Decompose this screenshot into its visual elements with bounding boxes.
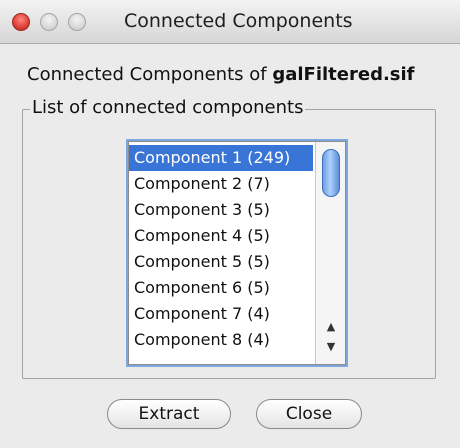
scrollbar-thumb[interactable] xyxy=(322,149,340,197)
list-item[interactable]: Component 4 (5) xyxy=(129,223,313,249)
title-bar: Connected Components xyxy=(0,0,460,44)
components-list: Component 1 (249) Component 2 (7) Compon… xyxy=(129,145,313,353)
close-button[interactable]: Close xyxy=(256,399,362,429)
list-item[interactable]: Component 5 (5) xyxy=(129,249,313,275)
dialog-window: Connected Components Connected Component… xyxy=(0,0,460,448)
scroll-down-arrow-icon[interactable]: ▼ xyxy=(322,338,340,356)
zoom-window-button[interactable] xyxy=(68,13,86,31)
dialog-heading: Connected Components of galFiltered.sif xyxy=(27,64,415,85)
minimize-window-button[interactable] xyxy=(40,13,58,31)
heading-prefix: Connected Components of xyxy=(27,64,273,85)
scroll-up-arrow-icon[interactable]: ▲ xyxy=(322,318,340,336)
components-listbox[interactable]: Component 1 (249) Component 2 (7) Compon… xyxy=(128,141,346,365)
close-window-button[interactable] xyxy=(12,13,30,31)
list-item[interactable]: Component 1 (249) xyxy=(129,145,313,171)
extract-button[interactable]: Extract xyxy=(107,399,231,429)
group-legend: List of connected components xyxy=(30,97,306,118)
list-item[interactable]: Component 6 (5) xyxy=(129,275,313,301)
list-scrollbar[interactable]: ▲ ▼ xyxy=(315,142,345,364)
heading-filename: galFiltered.sif xyxy=(272,64,415,85)
list-item[interactable]: Component 2 (7) xyxy=(129,171,313,197)
list-item[interactable]: Component 3 (5) xyxy=(129,197,313,223)
window-title: Connected Components xyxy=(124,10,353,32)
list-item[interactable]: Component 7 (4) xyxy=(129,301,313,327)
list-item[interactable]: Component 8 (4) xyxy=(129,327,313,353)
